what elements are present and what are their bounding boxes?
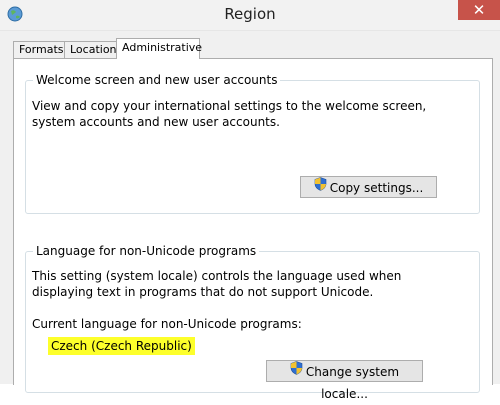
- welcome-group-title: Welcome screen and new user accounts: [33, 73, 281, 87]
- copy-settings-button[interactable]: Copy settings...: [300, 176, 437, 198]
- close-button[interactable]: ✕: [458, 0, 500, 20]
- locale-description: This setting (system locale) controls th…: [32, 269, 402, 299]
- current-language-value: Czech (Czech Republic): [48, 337, 195, 355]
- window-body: Formats Location Administrative Welcome …: [0, 31, 500, 401]
- window-title: Region: [224, 5, 276, 23]
- tab-administrative[interactable]: Administrative: [116, 38, 202, 59]
- welcome-description: View and copy your international setting…: [32, 99, 427, 129]
- title-bar: Region ✕: [0, 0, 500, 31]
- change-system-locale-button[interactable]: Change system locale...: [266, 360, 423, 401]
- locale-group-title: Language for non-Unicode programs: [33, 244, 260, 258]
- welcome-screen-group: Welcome screen and new user accounts Vie…: [25, 73, 480, 214]
- copy-settings-label: Copy settings...: [329, 181, 424, 195]
- uac-shield-icon: [314, 176, 327, 198]
- change-system-locale-label: Change system locale...: [305, 365, 400, 401]
- non-unicode-group: Language for non-Unicode programs This s…: [25, 244, 480, 401]
- administrative-panel: Welcome screen and new user accounts Vie…: [13, 58, 493, 401]
- tab-location[interactable]: Location: [64, 41, 117, 58]
- uac-shield-icon: [290, 360, 303, 382]
- tab-formats[interactable]: Formats: [13, 41, 65, 58]
- current-language-label: Current language for non-Unicode program…: [32, 317, 302, 331]
- close-icon: ✕: [472, 1, 486, 19]
